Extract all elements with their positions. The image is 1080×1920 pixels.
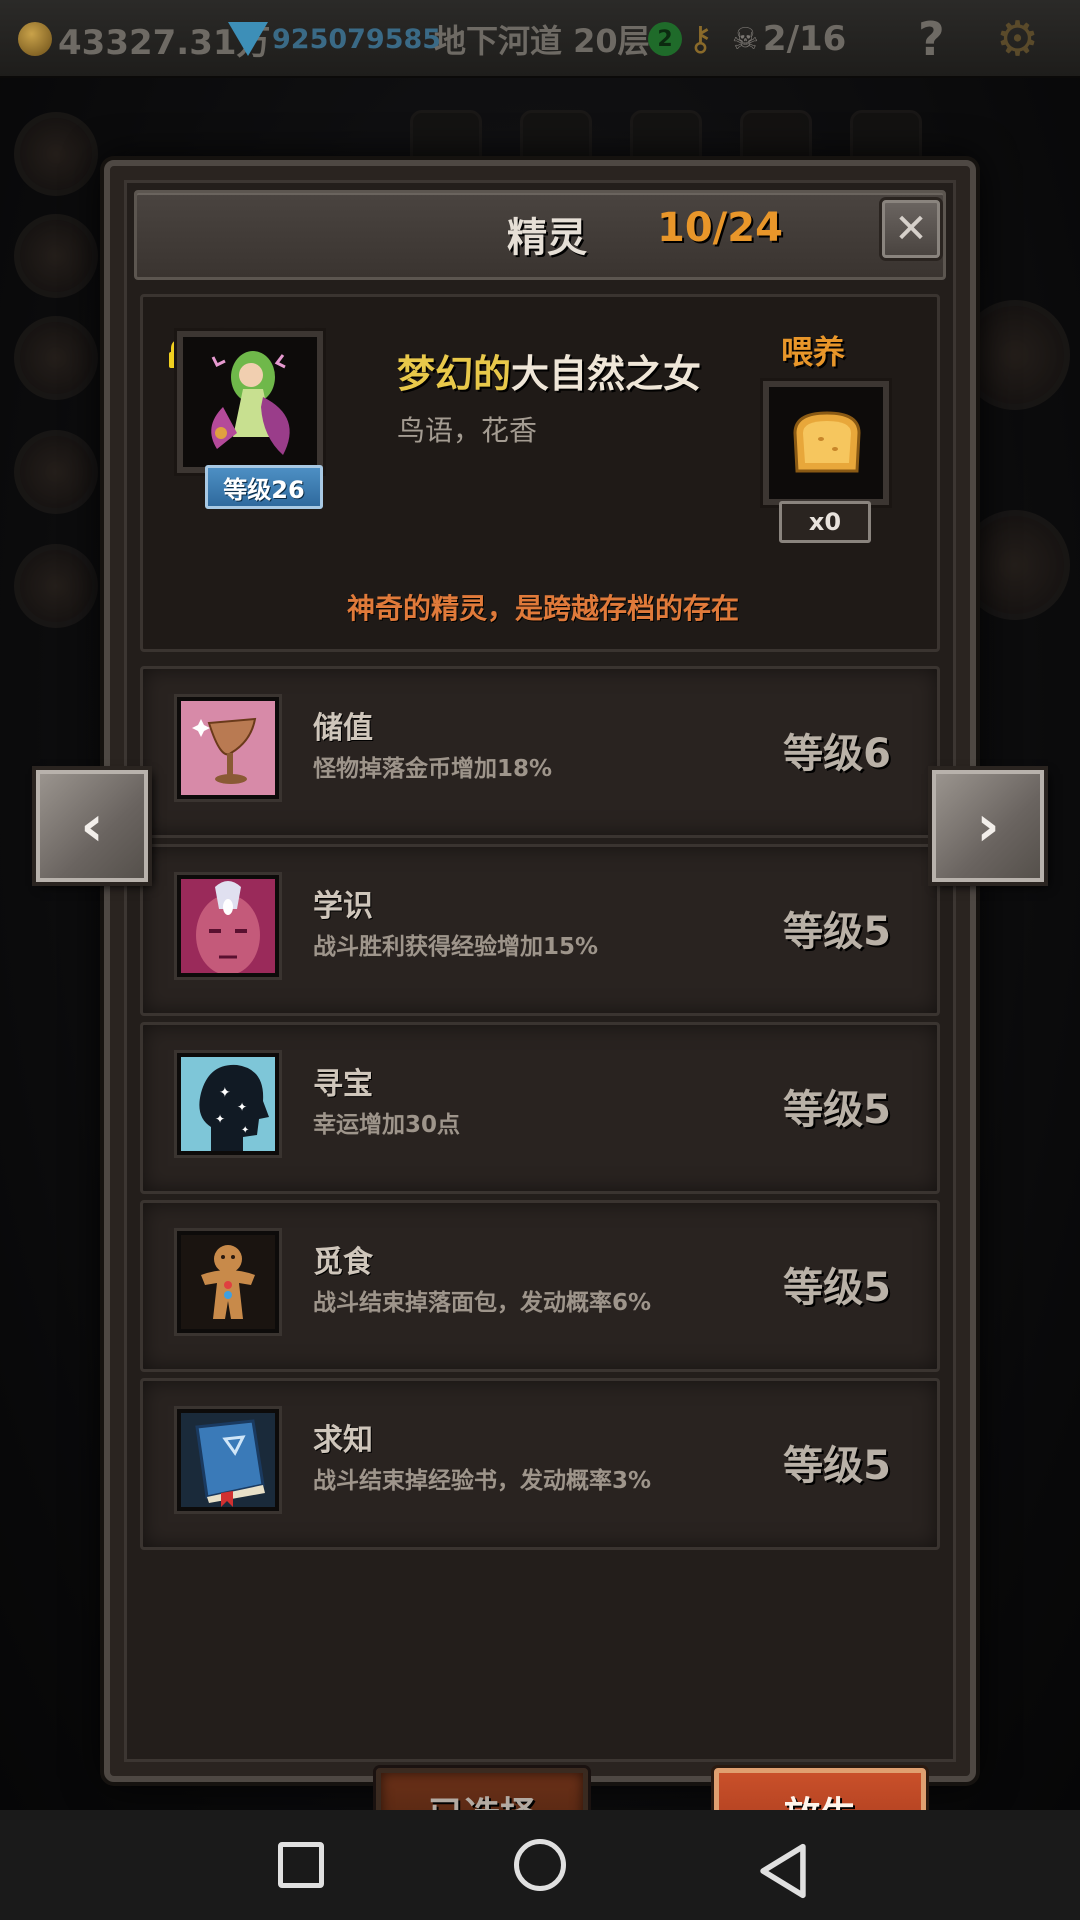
close-button[interactable]: ✕ <box>882 200 940 258</box>
feed-count: x0 <box>779 501 871 543</box>
spirit-name: 梦幻的大自然之女 <box>397 343 701 398</box>
spirit-info-card: ★★★★ 等级26 梦幻的大自然之女 鸟语，花香 喂养 <box>140 294 940 652</box>
skill-row[interactable]: 觅食 战斗结束掉落面包，发动概率6% 等级5 <box>140 1200 940 1372</box>
svg-text:✦: ✦ <box>215 1112 225 1126</box>
skill-level: 等级5 <box>783 909 891 955</box>
spirit-description: 神奇的精灵，是跨越存档的存在 <box>346 592 739 625</box>
skill-list: 储值 怪物掉落金币增加18% 等级6 学识 战斗胜利获得经验增加15% 等级5 <box>140 666 940 1556</box>
skill-description: 战斗胜利获得经验增加15% <box>313 934 599 960</box>
spirit-subtitle: 鸟语，花香 <box>397 414 538 447</box>
skull-counter: ☠ 2/16 <box>732 0 846 78</box>
gold-coin-icon <box>18 22 52 56</box>
spirit-name-prefix: 梦幻的 <box>397 352 512 396</box>
dialog-title: 精灵 <box>507 215 587 261</box>
home-button[interactable] <box>514 1839 566 1891</box>
skull-count: 2/16 <box>762 19 847 59</box>
svg-text:✦: ✦ <box>241 1125 249 1136</box>
floor-location: 地下河道 20层 <box>434 0 650 78</box>
key-counter: 2 ⚷ <box>648 0 713 78</box>
next-spirit-button[interactable]: › <box>932 770 1044 882</box>
feed-label: 喂养 <box>781 333 846 371</box>
starry-head-icon: ✦ ✦ ✦ ✦ <box>177 1053 279 1155</box>
back-button[interactable] <box>752 1840 814 1902</box>
bread-icon <box>793 411 861 473</box>
recent-apps-button[interactable] <box>278 1842 324 1888</box>
skill-row[interactable]: 求知 战斗结束掉经验书，发动概率3% 等级5 <box>140 1378 940 1550</box>
top-status-bar: 43327.31万 925079585 地下河道 20层 2 ⚷ ☠ 2/16 … <box>0 0 1080 78</box>
skill-level: 等级5 <box>783 1265 891 1311</box>
skill-level: 等级5 <box>783 1443 891 1489</box>
spirit-name-main: 大自然之女 <box>511 352 702 396</box>
svg-text:✦: ✦ <box>219 1085 231 1101</box>
skill-row[interactable]: ✦ ✦ ✦ ✦ 寻宝 幸运增加30点 等级5 <box>140 1022 940 1194</box>
feed-slot[interactable] <box>763 381 889 505</box>
diamond-counter: 925079585 <box>228 0 441 78</box>
skill-name: 寻宝 <box>313 1067 373 1102</box>
skill-level: 等级5 <box>783 1087 891 1133</box>
skull-icon: ☠ <box>732 21 759 57</box>
previous-spirit-button[interactable]: ‹ <box>36 770 148 882</box>
third-eye-icon <box>177 875 279 977</box>
gear-icon: ⚙ <box>996 11 1040 67</box>
chevron-right-icon: › <box>976 793 1000 859</box>
close-icon: ✕ <box>894 206 928 252</box>
system-navigation-bar <box>0 1810 1080 1920</box>
diamond-amount: 925079585 <box>272 23 442 55</box>
skill-row[interactable]: 储值 怪物掉落金币增加18% 等级6 <box>140 666 940 838</box>
skill-name: 觅食 <box>313 1245 373 1280</box>
chevron-left-icon: ‹ <box>80 793 104 859</box>
skill-description: 怪物掉落金币增加18% <box>313 756 553 782</box>
skill-name: 求知 <box>313 1423 373 1458</box>
spirit-portrait[interactable] <box>177 331 323 473</box>
fairy-image <box>211 351 290 455</box>
key-icon: ⚷ <box>688 19 713 59</box>
settings-button[interactable]: ⚙ <box>996 0 1039 78</box>
skill-level: 等级6 <box>783 731 891 777</box>
help-button[interactable]: ? <box>918 0 945 78</box>
skill-description: 幸运增加30点 <box>313 1112 461 1138</box>
book-icon <box>177 1409 279 1511</box>
diamond-icon <box>228 22 268 56</box>
spirit-level-badge: 等级26 <box>205 465 323 509</box>
skill-description: 战斗结束掉经验书，发动概率3% <box>313 1468 652 1494</box>
skill-name: 学识 <box>313 889 373 924</box>
gingerbread-icon <box>177 1231 279 1333</box>
skill-name: 储值 <box>313 711 373 746</box>
spirit-dialog: 精灵 10/24 ✕ ★★★★ 等级26 梦幻的大自然之女 <box>104 160 976 1856</box>
spirit-count: 10/24 <box>657 205 783 251</box>
skill-description: 战斗结束掉落面包，发动概率6% <box>313 1290 652 1316</box>
location-label: 地下河道 20层 <box>434 22 650 60</box>
skill-row[interactable]: 学识 战斗胜利获得经验增加15% 等级5 <box>140 844 940 1016</box>
svg-text:✦: ✦ <box>237 1100 247 1114</box>
help-icon: ? <box>918 12 945 66</box>
dialog-title-bar: 精灵 10/24 <box>134 190 946 280</box>
goblet-icon <box>177 697 279 799</box>
badge-count: 2 <box>648 22 682 56</box>
